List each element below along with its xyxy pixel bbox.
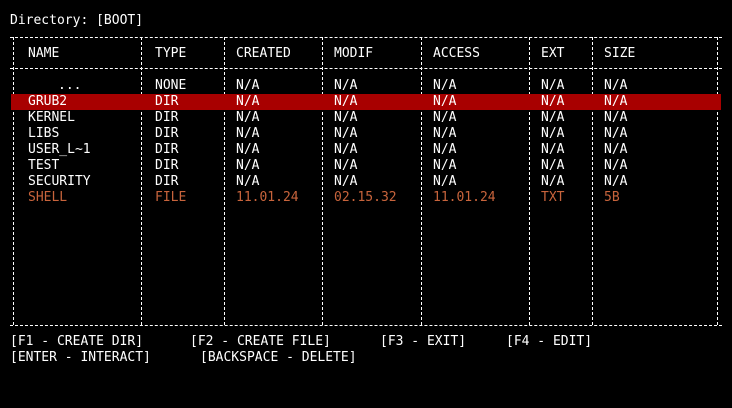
cell-modif: N/A [334,110,358,125]
shortcut-create-dir[interactable]: [F1 - CREATE DIR] [10,334,143,350]
cell-name: SECURITY [28,174,91,189]
column-header-created[interactable]: CREATED [236,46,291,61]
file-row[interactable]: KERNEL DIR N/A N/A N/A N/A N/A [11,110,721,126]
file-row[interactable]: SECURITY DIR N/A N/A N/A N/A N/A [11,174,721,190]
cell-access: 11.01.24 [433,190,496,205]
cell-created: N/A [236,78,260,93]
cell-access: N/A [433,78,457,93]
file-row[interactable]: TEST DIR N/A N/A N/A N/A N/A [11,158,721,174]
cell-type: FILE [155,190,187,205]
column-header-type[interactable]: TYPE [155,46,186,61]
cell-ext: N/A [541,126,565,141]
cell-modif: N/A [334,94,358,109]
file-row[interactable]: USER_L~1 DIR N/A N/A N/A N/A N/A [11,142,721,158]
cell-access: N/A [433,94,457,109]
cell-type: DIR [155,126,179,141]
cell-access: N/A [433,110,457,125]
cell-size: N/A [604,94,628,109]
shortcut-delete[interactable]: [BACKSPACE - DELETE] [200,350,357,366]
cell-name: KERNEL [28,110,75,125]
cell-type: NONE [155,78,187,93]
cell-name: USER_L~1 [28,142,91,157]
cell-type: DIR [155,142,179,157]
column-header-ext[interactable]: EXT [541,46,564,61]
column-header-size[interactable]: SIZE [604,46,635,61]
shortcut-interact[interactable]: [ENTER - INTERACT] [10,350,151,366]
column-header-name[interactable]: NAME [28,46,59,61]
cell-modif: N/A [334,126,358,141]
cell-modif: 02.15.32 [334,190,397,205]
cell-ext: N/A [541,174,565,189]
directory-title: Directory: [BOOT] [10,13,144,28]
cell-size: 5B [604,190,620,205]
cell-ext: TXT [541,190,565,205]
shortcut-create-file[interactable]: [F2 - CREATE FILE] [190,334,331,350]
cell-created: N/A [236,126,260,141]
cell-size: N/A [604,126,628,141]
cell-created: N/A [236,94,260,109]
shortcut-exit[interactable]: [F3 - EXIT] [380,334,466,350]
cell-access: N/A [433,142,457,157]
cell-modif: N/A [334,142,358,157]
column-header-access[interactable]: ACCESS [433,46,480,61]
cell-created: N/A [236,110,260,125]
cell-modif: N/A [334,78,358,93]
cell-access: N/A [433,158,457,173]
cell-type: DIR [155,158,179,173]
cell-created: 11.01.24 [236,190,299,205]
cell-type: DIR [155,110,179,125]
file-row[interactable]: LIBS DIR N/A N/A N/A N/A N/A [11,126,721,142]
cell-ext: N/A [541,78,565,93]
cell-name: LIBS [28,126,60,141]
cell-ext: N/A [541,142,565,157]
cell-size: N/A [604,78,628,93]
cell-size: N/A [604,174,628,189]
cell-created: N/A [236,158,260,173]
cell-size: N/A [604,142,628,157]
cell-name: ... [58,78,82,93]
cell-ext: N/A [541,110,565,125]
cell-size: N/A [604,110,628,125]
cell-access: N/A [433,174,457,189]
cell-size: N/A [604,158,628,173]
cell-name: TEST [28,158,60,173]
cell-ext: N/A [541,158,565,173]
file-row-selected[interactable]: GRUB2 DIR N/A N/A N/A N/A N/A [11,94,721,110]
table-bottom-border [10,325,722,326]
file-row[interactable]: ... NONE N/A N/A N/A N/A N/A [11,78,721,94]
file-row[interactable]: SHELL FILE 11.01.24 02.15.32 11.01.24 TXT 5B [11,190,721,206]
cell-access: N/A [433,126,457,141]
table-top-border [10,37,722,38]
cell-name: GRUB2 [28,94,68,109]
cell-created: N/A [236,142,260,157]
header-separator [10,68,722,69]
cell-created: N/A [236,174,260,189]
column-header-modif[interactable]: MODIF [334,46,373,61]
cell-type: DIR [155,94,179,109]
cell-type: DIR [155,174,179,189]
cell-name: SHELL [28,190,68,205]
shortcut-edit[interactable]: [F4 - EDIT] [506,334,592,350]
cell-ext: N/A [541,94,565,109]
cell-modif: N/A [334,174,358,189]
cell-modif: N/A [334,158,358,173]
